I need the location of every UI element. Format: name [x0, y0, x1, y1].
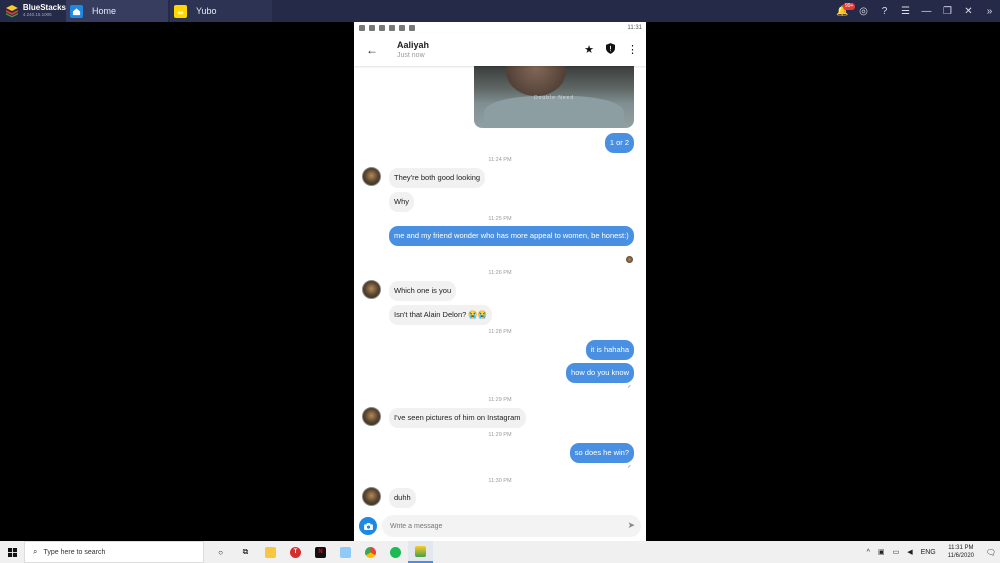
windows-start-icon[interactable]	[0, 541, 24, 563]
message-incoming[interactable]: Which one is you	[389, 281, 457, 301]
windows-taskbar: ⌕ Type here to search ○ ⧉ T N ^ ▣ ▭ ◀ EN…	[0, 541, 1000, 563]
expand-sidebar-icon[interactable]: »	[979, 0, 1000, 22]
bluestacks-title-bar: BlueStacks 4.240.15.1005 Home Yubo 🔔 99+ …	[0, 0, 1000, 22]
contact-name[interactable]: Aaliyah	[397, 40, 584, 50]
tab-home-label: Home	[92, 6, 117, 16]
restore-icon[interactable]: ❐	[937, 0, 958, 22]
timestamp: 11:29 PM	[488, 397, 512, 403]
notifications-bell-icon[interactable]: 🔔 99+	[832, 0, 856, 22]
timestamp: 11:26 PM	[488, 270, 512, 276]
search-icon: ⌕	[33, 547, 38, 556]
status-notification-icon	[369, 24, 375, 31]
clock-date: 11/6/2020	[947, 553, 974, 559]
message-list[interactable]: Double Need 1 or 2 11:24 PM They're both…	[354, 66, 646, 511]
timestamp: 11:25 PM	[488, 216, 512, 222]
system-tray: ^ ▣ ▭ ◀ ENG 11:31 PM 11/6/2020 🗨	[863, 541, 1000, 563]
avatar[interactable]	[362, 487, 381, 506]
status-icons	[359, 24, 415, 31]
network-icon[interactable]: ▭	[893, 548, 900, 556]
avatar[interactable]	[362, 167, 381, 186]
language-indicator[interactable]: ENG	[921, 549, 936, 556]
tab-yubo-label: Yubo	[196, 6, 217, 16]
bluestacks-version: 4.240.15.1005	[22, 12, 52, 18]
back-arrow-icon[interactable]: ←	[362, 43, 382, 57]
cortana-icon[interactable]: ○	[208, 541, 233, 563]
status-notification-icon	[359, 24, 365, 31]
message-incoming[interactable]: duhh	[389, 488, 416, 508]
clock-time: 11:31 PM	[948, 545, 974, 551]
avatar[interactable]	[362, 407, 381, 426]
avatar[interactable]	[362, 280, 381, 299]
more-options-icon[interactable]: ⋮	[627, 43, 638, 56]
yubo-icon	[174, 4, 187, 18]
message-outgoing[interactable]: it is hahaha	[585, 340, 634, 360]
shield-icon[interactable]	[606, 42, 615, 57]
contact-last-seen: Just now	[397, 52, 425, 59]
message-incoming[interactable]: I've seen pictures of him on Instagram	[389, 408, 526, 428]
bluestacks-logo-icon	[5, 5, 18, 18]
message-input[interactable]	[382, 515, 641, 537]
taskbar-search-placeholder: Type here to search	[43, 548, 106, 556]
message-incoming[interactable]: They're both good looking	[389, 168, 486, 188]
volume-icon[interactable]: ◀	[907, 548, 912, 556]
chat-header: ← Aaliyah Just now ★ ⋮	[354, 33, 646, 66]
bluestacks-name: BlueStacks	[22, 3, 66, 13]
taskbar-clock[interactable]: 11:31 PM 11/6/2020	[948, 544, 974, 560]
delivered-check-icon: ✓	[627, 464, 632, 470]
close-icon[interactable]: ✕	[958, 0, 979, 22]
timestamp: 11:24 PM	[488, 157, 512, 163]
message-outgoing[interactable]: me and my friend wonder who has more app…	[389, 226, 634, 246]
tray-app-icon[interactable]: ▣	[878, 548, 885, 556]
delivered-check-icon: ✓	[627, 384, 632, 390]
minimize-icon[interactable]: —	[916, 0, 937, 22]
message-incoming[interactable]: Isn't that Alain Delon? 😭😭	[389, 305, 493, 325]
camera-icon[interactable]	[359, 517, 377, 535]
window-controls: 🔔 99+ ◎ ? ☰ — ❐ ✕ »	[832, 0, 1000, 22]
timestamp: 11:28 PM	[488, 329, 512, 335]
star-icon[interactable]: ★	[584, 43, 594, 56]
status-notification-icon	[399, 24, 405, 31]
tab-yubo[interactable]: Yubo	[170, 0, 272, 22]
home-icon	[70, 4, 83, 18]
android-screen: 11:31 ← Aaliyah Just now ★ ⋮ Double Need…	[354, 22, 646, 541]
message-incoming[interactable]: Why	[389, 192, 414, 212]
action-center-icon[interactable]: 🗨	[982, 548, 1000, 557]
app-t-icon[interactable]: T	[283, 541, 308, 563]
status-notification-icon	[389, 24, 395, 31]
message-outgoing[interactable]: how do you know	[566, 363, 634, 383]
status-bar: 11:31	[354, 22, 646, 33]
bluestacks-taskbar-icon[interactable]	[408, 541, 433, 563]
status-notification-icon	[409, 24, 415, 31]
account-icon[interactable]: ◎	[853, 0, 874, 22]
app-icon[interactable]	[333, 541, 358, 563]
menu-icon[interactable]: ☰	[895, 0, 916, 22]
bluestacks-logo: BlueStacks 4.240.15.1005	[0, 0, 66, 22]
task-view-icon[interactable]: ⧉	[233, 541, 258, 563]
message-outgoing[interactable]: 1 or 2	[604, 133, 634, 153]
timestamp: 11:29 PM	[488, 432, 512, 438]
taskbar-search[interactable]: ⌕ Type here to search	[24, 541, 204, 563]
chevron-up-icon[interactable]: ^	[867, 549, 870, 556]
photo-watermark: Double Need	[534, 95, 575, 101]
chrome-icon[interactable]	[358, 541, 383, 563]
status-time: 11:31	[627, 24, 642, 31]
message-outgoing[interactable]: so does he win?	[569, 443, 634, 463]
read-receipt-avatar	[626, 256, 633, 263]
send-icon[interactable]: ➤	[627, 520, 635, 531]
timestamp: 11:30 PM	[488, 478, 512, 484]
help-icon[interactable]: ?	[874, 0, 895, 22]
tab-home[interactable]: Home	[66, 0, 168, 22]
spotify-icon[interactable]	[383, 541, 408, 563]
netflix-icon[interactable]: N	[308, 541, 333, 563]
status-wifi-icon	[379, 24, 385, 31]
shared-photo[interactable]: Double Need	[474, 66, 634, 128]
file-explorer-icon[interactable]	[258, 541, 283, 563]
message-composer: ➤	[354, 511, 646, 541]
